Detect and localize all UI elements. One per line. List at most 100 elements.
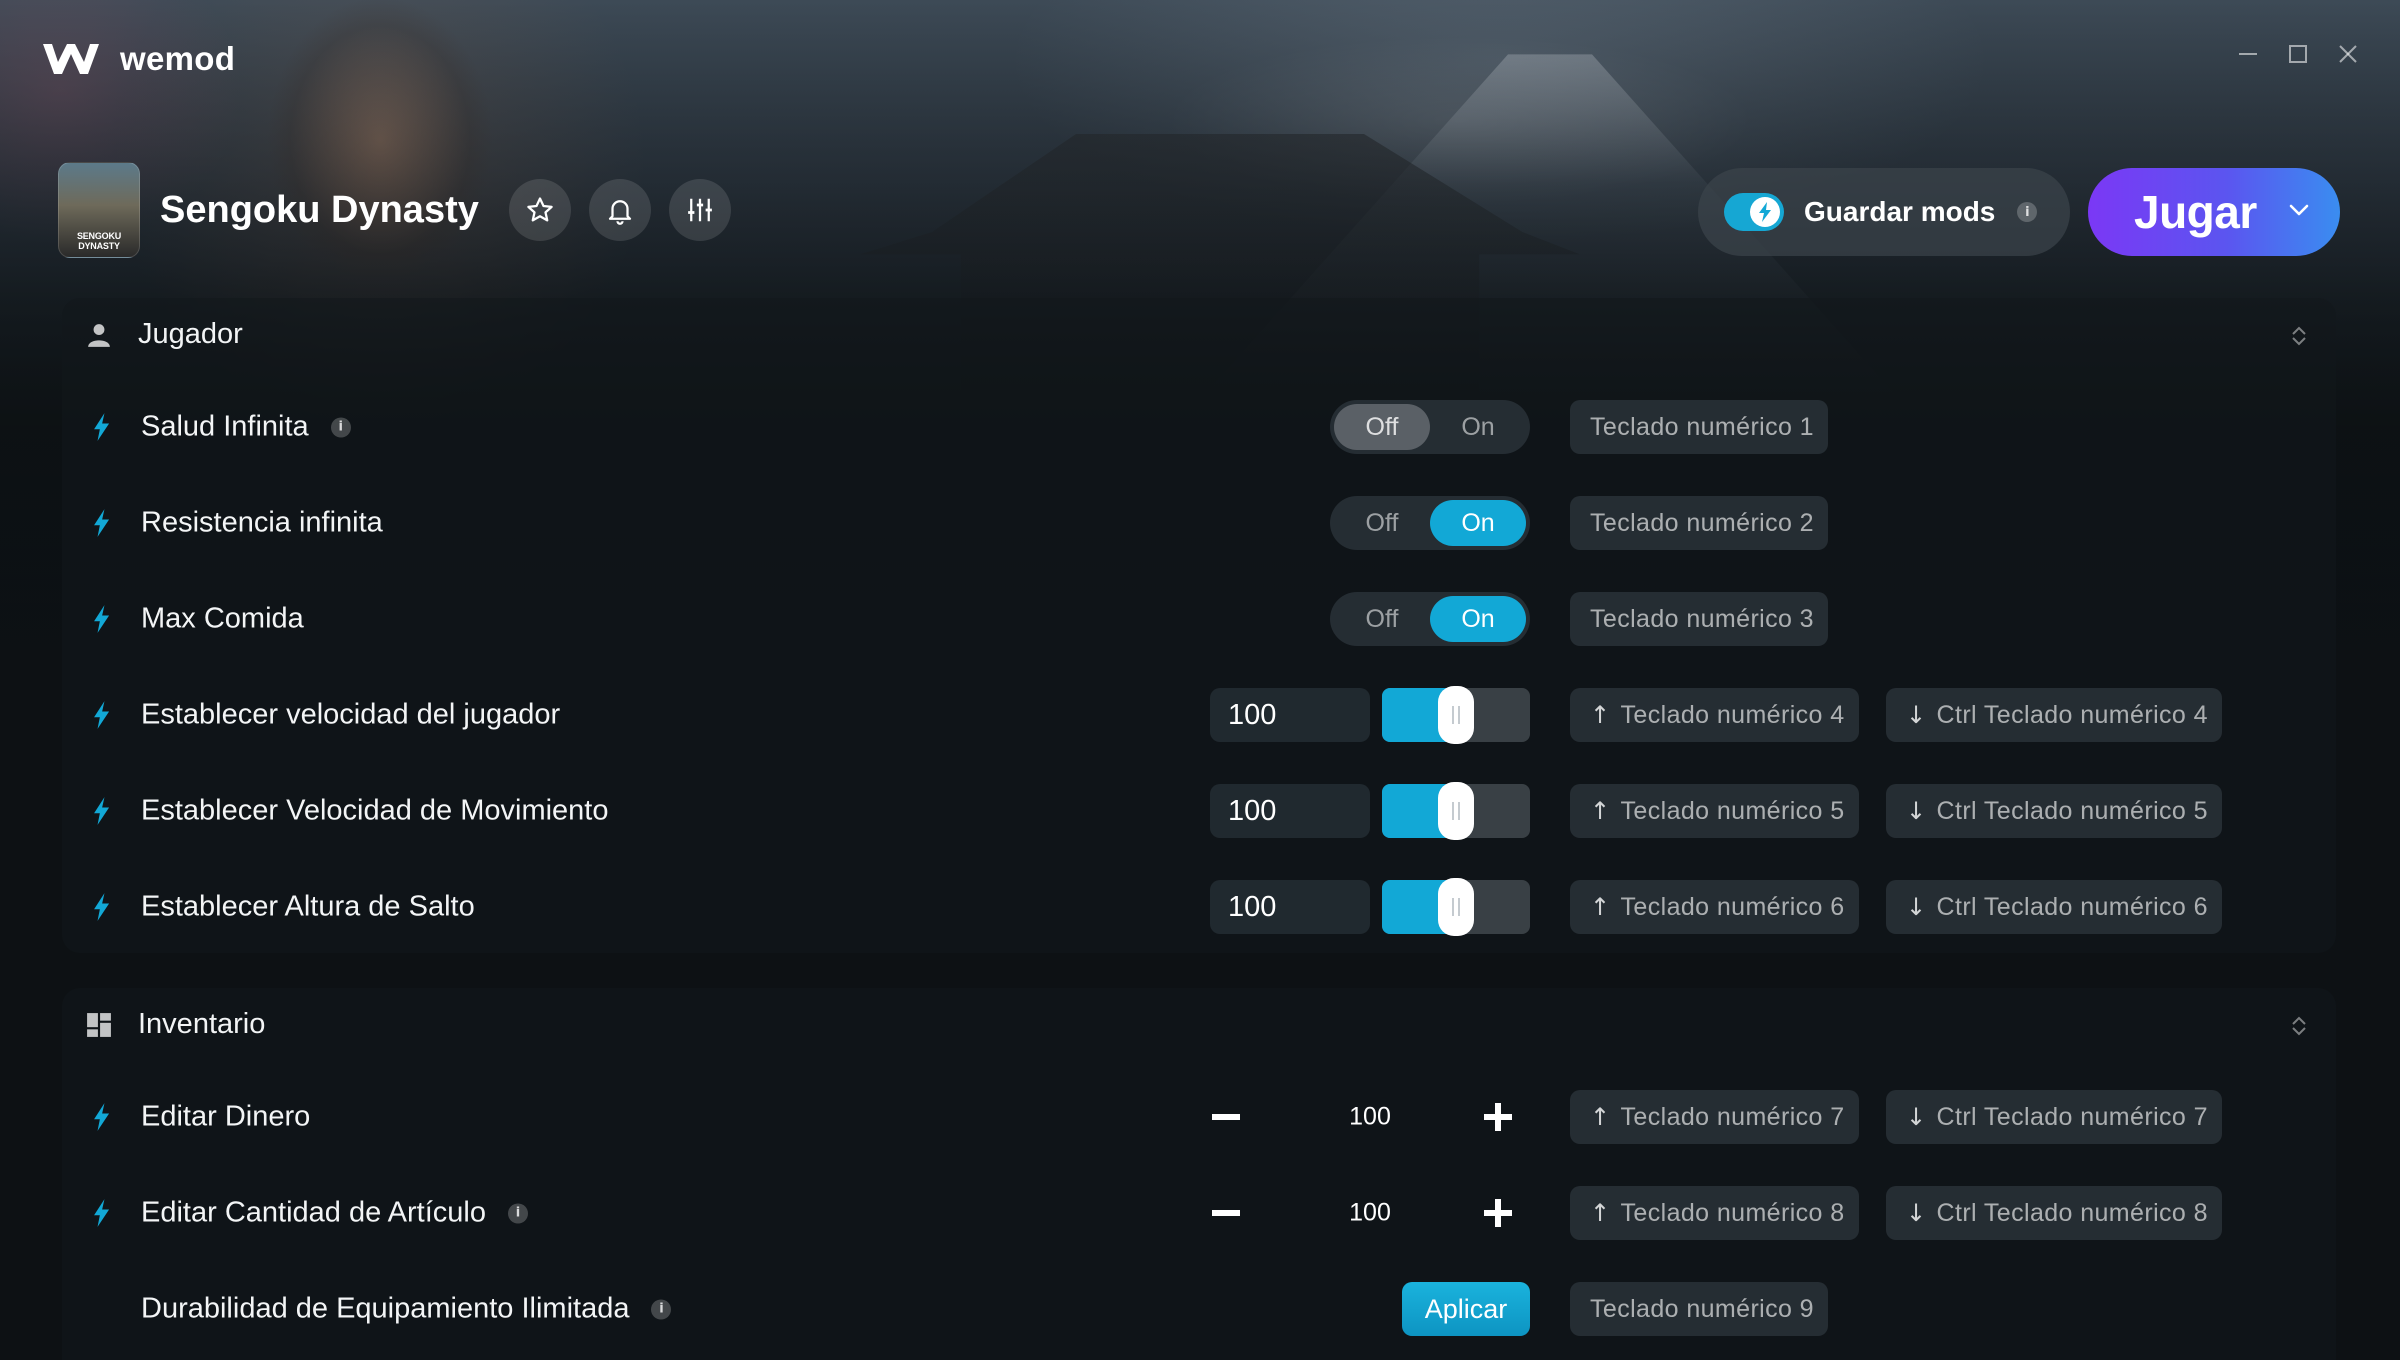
mod-name: Editar Cantidad de Artículo i [141, 1197, 528, 1230]
hotkey-button[interactable]: Teclado numérico 2 [1570, 496, 1828, 550]
hotkey-increase-button[interactable]: ↑ Teclado numérico 7 [1570, 1090, 1859, 1144]
mod-toggle[interactable]: Off On [1330, 592, 1530, 646]
arrow-down-icon: ↓ [1906, 893, 1927, 921]
mod-name: Resistencia infinita [141, 506, 383, 539]
game-cover-logo: SENGOKU DYNASTY [76, 231, 122, 251]
plus-icon [1484, 1199, 1512, 1227]
hotkey-button[interactable]: Teclado numérico 3 [1570, 592, 1828, 646]
toggle-on-option[interactable]: On [1430, 500, 1526, 546]
mod-name: Establecer Velocidad de Movimiento [141, 794, 609, 827]
play-button[interactable]: Jugar [2088, 168, 2340, 256]
arrow-up-icon: ↑ [1590, 893, 1611, 921]
hotkey-decrease-button[interactable]: ↓ Ctrl Teclado numérico 7 [1886, 1090, 2222, 1144]
hotkey-decrease-button[interactable]: ↓ Ctrl Teclado numérico 6 [1886, 880, 2222, 934]
hotkey-decrease-button[interactable]: ↓ Ctrl Teclado numérico 4 [1886, 688, 2222, 742]
arrow-down-icon: ↓ [1906, 1103, 1927, 1131]
wemod-logo-icon [43, 44, 99, 74]
arrow-down-icon: ↓ [1906, 1199, 1927, 1227]
stepper-value[interactable]: 100 [1300, 1103, 1440, 1132]
minus-icon [1212, 1210, 1240, 1216]
close-icon[interactable] [2336, 42, 2360, 66]
info-icon[interactable]: i [507, 1203, 528, 1223]
mod-row: Establecer velocidad del jugador 100 ↑ T… [0, 670, 2400, 760]
game-title: Sengoku Dynasty [160, 188, 479, 231]
value-slider[interactable] [1382, 686, 1530, 744]
toggle-off-option[interactable]: Off [1334, 404, 1430, 450]
game-cover-image: SENGOKU DYNASTY [58, 162, 140, 258]
chevron-down-icon[interactable] [2288, 202, 2310, 218]
mod-toggle[interactable]: Off On [1330, 400, 1530, 454]
slider-thumb[interactable] [1438, 782, 1474, 840]
info-icon[interactable]: i [330, 417, 351, 437]
mod-row: Salud Infinita i Off On Teclado numérico… [0, 382, 2400, 472]
minus-icon [1212, 1114, 1240, 1120]
arrow-down-icon: ↓ [1906, 701, 1927, 729]
game-header: SENGOKU DYNASTY Sengoku Dynasty [58, 162, 749, 258]
info-icon[interactable]: i [651, 1299, 672, 1319]
value-input[interactable]: 100 [1210, 688, 1370, 742]
increase-button[interactable] [1478, 1097, 1518, 1137]
mod-name: Durabilidad de Equipamiento Ilimitada i [141, 1293, 672, 1326]
apply-button[interactable]: Aplicar [1402, 1282, 1530, 1336]
hotkey-increase-button[interactable]: ↑ Teclado numérico 4 [1570, 688, 1859, 742]
hotkey-decrease-button[interactable]: ↓ Ctrl Teclado numérico 5 [1886, 784, 2222, 838]
mod-row: Establecer Altura de Salto 100 ↑ Teclado… [0, 862, 2400, 952]
mod-name: Max Comida [141, 602, 304, 635]
game-settings-button[interactable] [668, 179, 731, 241]
mod-name: Establecer velocidad del jugador [141, 698, 561, 731]
lightning-icon [94, 605, 110, 633]
decrease-button[interactable] [1206, 1097, 1246, 1137]
section-header-inventario[interactable]: Inventario [86, 1008, 265, 1041]
mod-row: Establecer Velocidad de Movimiento 100 ↑… [0, 766, 2400, 856]
mod-row: Resistencia infinita Off On Teclado numé… [0, 478, 2400, 568]
decrease-button[interactable] [1206, 1193, 1246, 1233]
lightning-icon [94, 413, 110, 441]
increase-button[interactable] [1478, 1193, 1518, 1233]
value-slider[interactable] [1382, 878, 1530, 936]
favorite-button[interactable] [508, 179, 571, 241]
value-input[interactable]: 100 [1210, 784, 1370, 838]
collapse-icon[interactable] [2290, 1014, 2308, 1038]
play-label: Jugar [2134, 186, 2257, 238]
save-mods-switch[interactable] [1724, 193, 1784, 231]
slider-thumb[interactable] [1438, 878, 1474, 936]
lightning-icon [94, 1199, 110, 1227]
notifications-button[interactable] [588, 179, 651, 241]
lightning-icon [94, 797, 110, 825]
lightning-icon [1750, 197, 1780, 227]
mod-name: Editar Dinero [141, 1100, 311, 1133]
hotkey-button[interactable]: Teclado numérico 9 [1570, 1282, 1828, 1336]
save-mods-toggle[interactable]: Guardar mods i [1698, 168, 2070, 256]
toggle-off-option[interactable]: Off [1334, 500, 1430, 546]
slider-thumb[interactable] [1438, 686, 1474, 744]
toggle-off-option[interactable]: Off [1334, 596, 1430, 642]
grid-icon [87, 1012, 111, 1037]
window-controls [2236, 42, 2360, 66]
hotkey-increase-button[interactable]: ↑ Teclado numérico 6 [1570, 880, 1859, 934]
toggle-on-option[interactable]: On [1430, 404, 1526, 450]
value-input[interactable]: 100 [1210, 880, 1370, 934]
lightning-icon [94, 1103, 110, 1131]
value-slider[interactable] [1382, 782, 1530, 840]
section-title: Jugador [138, 318, 243, 350]
section-title: Inventario [138, 1008, 266, 1040]
mod-row: Durabilidad de Equipamiento Ilimitada i … [0, 1264, 2400, 1354]
star-icon [527, 197, 553, 222]
mod-name: Salud Infinita i [141, 411, 351, 444]
info-icon[interactable]: i [2017, 202, 2038, 222]
collapse-icon[interactable] [2290, 324, 2308, 348]
hotkey-button[interactable]: Teclado numérico 1 [1570, 400, 1828, 454]
mod-name: Establecer Altura de Salto [141, 890, 475, 923]
minimize-icon[interactable] [2236, 42, 2260, 66]
maximize-icon[interactable] [2286, 42, 2310, 66]
hotkey-increase-button[interactable]: ↑ Teclado numérico 5 [1570, 784, 1859, 838]
mod-toggle[interactable]: Off On [1330, 496, 1530, 550]
person-icon [88, 323, 110, 347]
stepper-value[interactable]: 100 [1300, 1199, 1440, 1228]
toggle-on-option[interactable]: On [1430, 596, 1526, 642]
lightning-icon [94, 701, 110, 729]
hotkey-increase-button[interactable]: ↑ Teclado numérico 8 [1570, 1186, 1859, 1240]
arrow-up-icon: ↑ [1590, 1199, 1611, 1227]
hotkey-decrease-button[interactable]: ↓ Ctrl Teclado numérico 8 [1886, 1186, 2222, 1240]
section-header-jugador[interactable]: Jugador [86, 318, 243, 351]
